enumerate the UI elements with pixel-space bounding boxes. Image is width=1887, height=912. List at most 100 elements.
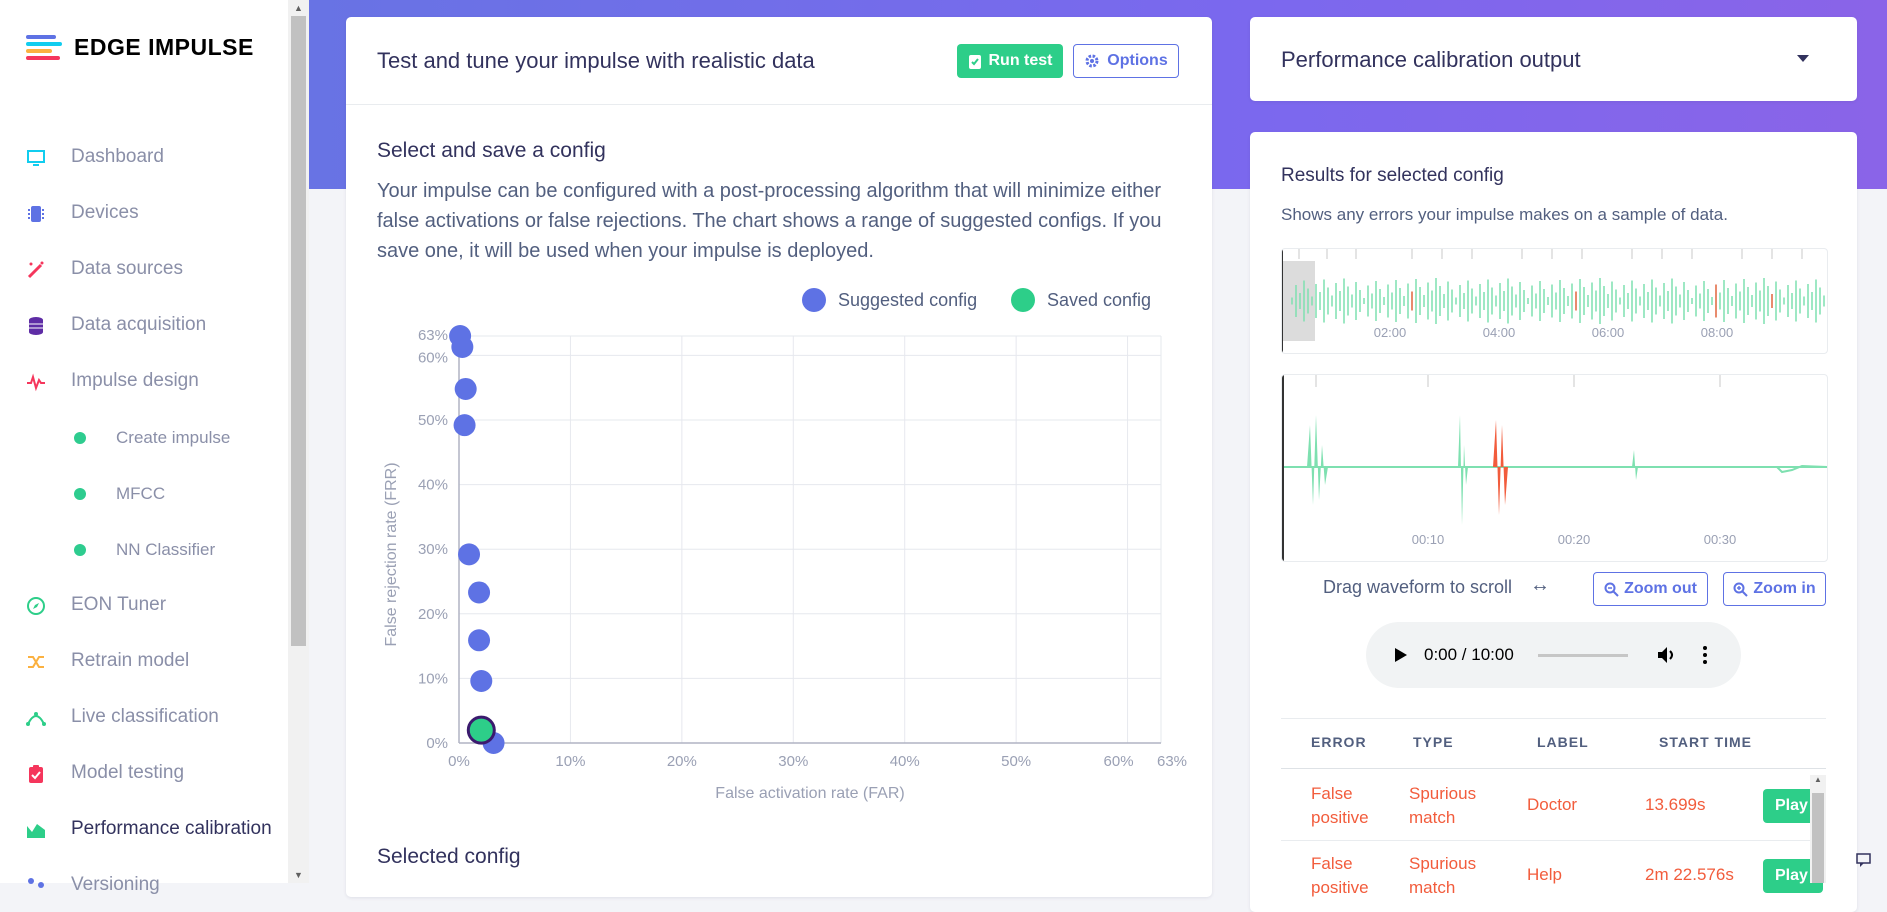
more-options-icon[interactable] (1702, 645, 1708, 665)
y-tick-label: 40% (418, 477, 448, 494)
y-axis-title: False rejection rate (FRR) (383, 462, 400, 646)
shuffle-icon (28, 656, 44, 668)
detail-burst (1307, 415, 1328, 505)
feedback-icon[interactable] (1855, 851, 1873, 869)
suggested-config-point (458, 543, 481, 566)
sidebar-item-model-testing[interactable]: Model testing (0, 753, 288, 793)
sidebar-item-data-acquisition[interactable]: Data acquisition (0, 305, 288, 345)
cell-error: False positive (1311, 784, 1369, 827)
zoom-out-button[interactable]: Zoom out (1593, 572, 1708, 606)
x-tick-label: 20% (667, 753, 697, 770)
sidebar-item-label: Devices (71, 202, 139, 223)
volume-icon[interactable] (1657, 645, 1677, 665)
sidebar-item-devices[interactable]: Devices (0, 193, 288, 233)
waveform-detail[interactable]: 00:10 00:20 00:30 (1281, 374, 1828, 562)
clipboard-icon (29, 765, 43, 783)
sidebar-item-impulse-design[interactable]: Impulse design (0, 361, 288, 401)
sidebar-item-nn-classifier[interactable]: NN Classifier (0, 529, 288, 569)
cell-error: False positive (1311, 854, 1369, 897)
caret-down-icon[interactable] (1796, 54, 1810, 64)
y-tick-label: 0% (426, 735, 448, 752)
detail-waveform[interactable]: 00:10 00:20 00:30 (1282, 375, 1827, 561)
col-start-time: START TIME (1659, 734, 1752, 750)
database-icon (29, 317, 43, 335)
live-icon (26, 712, 46, 726)
zoom-in-button[interactable]: Zoom in (1723, 572, 1826, 606)
table-scrollbar-thumb[interactable] (1812, 793, 1824, 883)
overview-time-label: 08:00 (1701, 325, 1734, 340)
clipboard-check-icon (968, 55, 981, 69)
legend-saved[interactable]: Saved config (1011, 288, 1151, 312)
status-dot-icon (74, 432, 86, 444)
audio-progress-bar[interactable] (1538, 654, 1628, 657)
sidebar-item-create-impulse[interactable]: Create impulse (0, 417, 288, 457)
logo[interactable]: EDGE IMPULSE (26, 34, 254, 61)
edge-impulse-logo-icon (26, 34, 62, 60)
run-test-label: Run test (988, 52, 1053, 69)
table-header-divider (1281, 768, 1826, 769)
sidebar-item-label: Data sources (71, 258, 183, 279)
calibration-output-title: Performance calibration output (1281, 47, 1581, 72)
area-chart-icon (27, 824, 45, 838)
y-tick-label: 50% (418, 412, 448, 429)
card-divider (346, 104, 1212, 105)
saved-config-point (466, 715, 496, 745)
sidebar-item-label: Impulse design (71, 370, 199, 391)
compass-icon (27, 597, 45, 615)
cell-start-time: 13.699s (1645, 795, 1706, 814)
x-tick-label: 0% (448, 753, 470, 770)
overview-time-label: 04:00 (1483, 325, 1516, 340)
table-scroll-up-icon[interactable]: ▲ (1812, 775, 1824, 784)
viewport-selection (1282, 261, 1315, 341)
x-tick-label: 30% (778, 753, 808, 770)
page-title: Test and tune your impulse with realisti… (377, 48, 815, 73)
sidebar-item-label: NN Classifier (116, 540, 216, 559)
scroll-down-icon[interactable]: ▼ (291, 868, 306, 882)
scrollbar-thumb[interactable] (291, 16, 306, 646)
suggested-config-point (468, 629, 491, 652)
legend-suggested[interactable]: Suggested config (802, 288, 977, 312)
options-button[interactable]: Options (1073, 44, 1179, 78)
detail-time-label: 00:10 (1412, 532, 1445, 547)
sidebar-item-live-classification[interactable]: Live classification (0, 697, 288, 737)
sidebar-item-label: Versioning (71, 874, 160, 895)
x-tick-label: 10% (555, 753, 585, 770)
scroll-up-icon[interactable]: ▲ (291, 1, 306, 15)
far-frr-scatter-chart[interactable]: 0%0% 10% 10% 20% 20% 30% 30% 40% 40% 50% 50% 60% 60%… (360, 315, 1190, 815)
options-label: Options (1107, 52, 1168, 69)
sidebar-item-dashboard[interactable]: Dashboard (0, 137, 288, 177)
legend-suggested-swatch (802, 288, 826, 312)
section-title: Select and save a config (377, 139, 606, 162)
results-description: Shows any errors your impulse makes on a… (1281, 205, 1728, 224)
detail-time-label: 00:30 (1704, 532, 1737, 547)
table-scrollbar[interactable]: ▲ (1810, 775, 1826, 883)
run-test-button[interactable]: Run test (957, 44, 1063, 78)
sidebar-item-data-sources[interactable]: Data sources (0, 249, 288, 289)
sidebar-item-eon-tuner[interactable]: EON Tuner (0, 585, 288, 625)
status-dot-icon (74, 544, 86, 556)
audio-player[interactable]: 0:00 / 10:00 (1366, 622, 1741, 688)
overview-waveform[interactable]: 02:00 04:00 06:00 08:00 (1282, 249, 1827, 353)
sidebar-item-versioning[interactable]: Versioning (0, 865, 288, 905)
suggested-config-point (451, 335, 474, 358)
legend-suggested-label: Suggested config (838, 289, 978, 310)
sidebar-item-label: EON Tuner (71, 594, 167, 615)
sidebar-item-performance-calibration[interactable]: Performance calibration (0, 809, 288, 849)
legend-saved-swatch (1011, 288, 1035, 312)
zoom-out-label: Zoom out (1624, 580, 1697, 597)
detail-burst (1632, 450, 1638, 480)
sidebar-item-label: Live classification (71, 706, 219, 727)
row-divider (1281, 840, 1811, 841)
x-tick-label: 60% (1104, 753, 1134, 770)
y-tick-label: 30% (418, 541, 448, 558)
cell-label: Doctor (1527, 795, 1578, 814)
zoom-in-label: Zoom in (1753, 580, 1816, 597)
wand-icon (27, 261, 44, 279)
sidebar-item-retrain-model[interactable]: Retrain model (0, 641, 288, 681)
waveform-overview[interactable]: 02:00 04:00 06:00 08:00 (1281, 248, 1828, 354)
col-error: ERROR (1311, 734, 1367, 750)
sidebar-item-mfcc[interactable]: MFCC (0, 473, 288, 513)
y-tick-label: 60% (418, 349, 448, 366)
cell-label: Help (1527, 865, 1562, 884)
play-icon[interactable] (1394, 647, 1408, 663)
